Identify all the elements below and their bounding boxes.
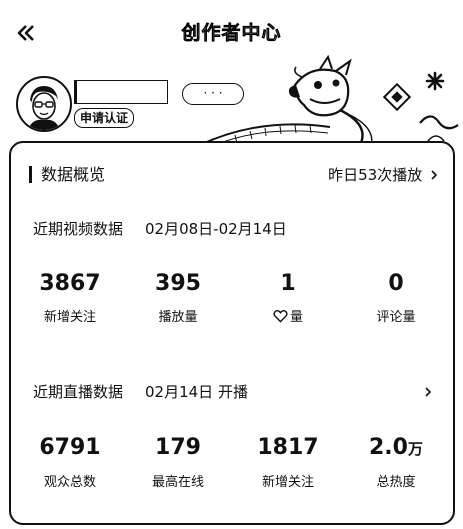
stat-value: 3867: [39, 271, 101, 296]
chevron-right-icon: [425, 387, 432, 397]
stat-new-followers[interactable]: 3867 新增关注: [15, 270, 125, 328]
stat-value: 2.0万: [369, 435, 423, 460]
live-data-row[interactable]: 近期直播数据 02月14日 开播: [33, 381, 433, 403]
stat-live-new-followers[interactable]: 1817 新增关注: [233, 434, 343, 493]
card-title: 数据概览: [41, 165, 106, 184]
video-section-label: 近期视频数据: [33, 220, 124, 238]
yesterday-plays-link[interactable]: 昨日53次播放: [328, 163, 439, 187]
stat-value: 1817: [257, 435, 319, 460]
live-section-label: 近期直播数据: [33, 383, 124, 401]
avatar-portrait-icon: [20, 80, 68, 130]
stat-total-heat[interactable]: 2.0万 总热度: [341, 434, 451, 493]
stat-value: 0: [388, 271, 404, 296]
heart-outline-icon: [273, 309, 288, 323]
header-accent-bar: [29, 166, 32, 183]
live-date-range: 02月14日 开播: [145, 383, 248, 401]
yesterday-plays-text: 昨日53次播放: [328, 166, 423, 184]
apply-verification-badge[interactable]: 申请认证: [74, 108, 135, 128]
stat-peak-online[interactable]: 179 最高在线: [123, 434, 233, 493]
stat-label: 评论量: [376, 310, 416, 325]
stat-label: 播放量: [158, 310, 198, 325]
stat-value: 179: [155, 435, 201, 460]
username-field: [74, 80, 168, 104]
stat-label: 观众总数: [43, 475, 96, 490]
stat-value: 1: [280, 271, 296, 296]
video-date-range: 02月08日-02月14日: [145, 220, 287, 238]
video-stats: 3867 新增关注 395 播放量 1 量 0 评论量: [11, 270, 453, 340]
live-chevron[interactable]: [423, 381, 433, 409]
stat-label: 最高在线: [151, 475, 204, 490]
stat-total-viewers[interactable]: 6791 观众总数: [15, 434, 125, 493]
page-title: 创作者中心: [181, 22, 282, 45]
data-overview-card: 数据概览 昨日53次播放 近期视频数据 02月08日-02月14日 3867 新…: [9, 141, 455, 525]
stat-plays[interactable]: 395 播放量: [123, 270, 233, 328]
stat-comments[interactable]: 0 评论量: [341, 270, 451, 328]
stat-value: 395: [155, 271, 201, 296]
stat-value: 6791: [39, 435, 101, 460]
live-stats: 6791 观众总数 179 最高在线 1817 新增关注 2.0万 总热度: [11, 434, 453, 504]
video-data-row: 近期视频数据 02月08日-02月14日: [33, 218, 433, 240]
stat-likes[interactable]: 1 量: [233, 270, 343, 328]
stat-label: 量: [289, 310, 303, 325]
avatar[interactable]: [16, 76, 72, 132]
stat-label: 新增关注: [261, 475, 314, 490]
stat-label-wrap: 量: [233, 308, 343, 328]
card-header: 数据概览 昨日53次播放: [29, 163, 439, 187]
chevron-right-icon: [431, 170, 438, 180]
stat-label: 新增关注: [43, 310, 96, 325]
stat-label: 总热度: [376, 475, 416, 490]
